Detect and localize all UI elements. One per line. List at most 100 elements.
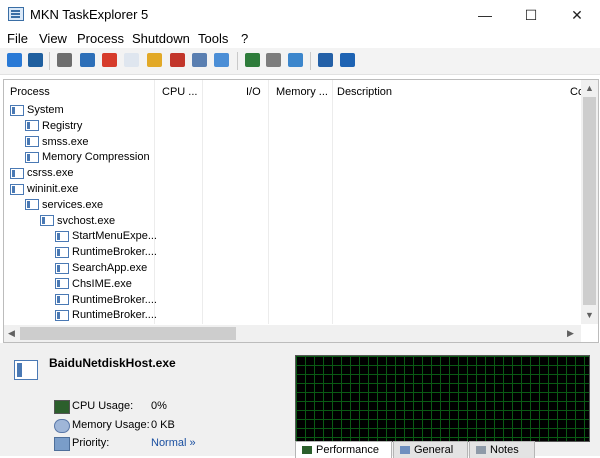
process-name: RuntimeBroker.... xyxy=(72,246,157,259)
column-divider xyxy=(268,80,269,324)
process-tree-icon[interactable] xyxy=(57,53,72,67)
cpu-icon xyxy=(54,400,70,414)
tab-general[interactable]: General xyxy=(393,441,468,458)
process-row[interactable]: RuntimeBroker.... xyxy=(55,244,157,260)
column-divider xyxy=(202,80,203,324)
process-row[interactable]: smss.exe xyxy=(25,134,88,150)
app-icon xyxy=(8,7,24,21)
process-row[interactable]: System xyxy=(10,102,64,118)
process-icon xyxy=(55,278,69,290)
priority-link[interactable]: Normal » xyxy=(151,437,196,449)
scroll-down-icon[interactable]: ▼ xyxy=(585,310,594,320)
process-row[interactable]: Registry xyxy=(25,118,82,134)
process-icon xyxy=(25,120,39,132)
process-row[interactable]: ChsIME.exe xyxy=(55,276,132,292)
title-bar: MKN TaskExplorer 5 — ☐ ✕ xyxy=(0,0,600,30)
column-description[interactable]: Description xyxy=(337,86,392,98)
search-icon[interactable] xyxy=(214,53,229,67)
process-row[interactable]: RuntimeBroker.... xyxy=(55,307,157,323)
monitor-icon[interactable] xyxy=(28,53,43,67)
toolbar xyxy=(0,48,600,75)
properties-icon[interactable] xyxy=(192,53,207,67)
blank-window-icon[interactable] xyxy=(124,53,139,67)
window-list-icon[interactable] xyxy=(80,53,95,67)
delete-icon[interactable] xyxy=(170,53,185,67)
process-name: ChsIME.exe xyxy=(72,277,132,290)
menu-process[interactable]: Process xyxy=(77,31,124,46)
column-memory[interactable]: Memory ... xyxy=(276,86,328,98)
kill-process-icon[interactable] xyxy=(102,53,117,67)
notes-icon xyxy=(476,446,486,455)
tab-label: Notes xyxy=(490,444,519,456)
scroll-up-icon[interactable]: ▲ xyxy=(585,83,594,93)
scroll-left-icon[interactable]: ◀ xyxy=(8,328,15,339)
refresh-icon[interactable] xyxy=(7,53,22,67)
details-panel: BaiduNetdiskHost.exe CPU Usage: 0% Memor… xyxy=(0,343,600,458)
process-icon xyxy=(25,136,39,148)
process-icon xyxy=(10,104,24,116)
process-name: SearchApp.exe xyxy=(72,262,148,274)
process-icon xyxy=(55,262,69,274)
minimize-button[interactable]: — xyxy=(462,0,508,30)
column-process[interactable]: Process xyxy=(10,86,50,98)
scroll-right-icon[interactable]: ▶ xyxy=(567,328,574,339)
process-name: RuntimeBroker.... xyxy=(72,293,157,306)
tab-notes[interactable]: Notes xyxy=(469,441,535,458)
network-icon[interactable] xyxy=(245,53,260,67)
horizontal-scroll-thumb[interactable] xyxy=(20,327,236,340)
menu-bar: File View Process Shutdown Tools ? xyxy=(0,30,600,48)
toolbar-separator xyxy=(310,52,311,70)
cpu-usage-value: 0% xyxy=(151,400,167,412)
process-name: wininit.exe xyxy=(27,183,79,195)
general-icon xyxy=(400,446,410,455)
vertical-scrollbar[interactable]: ▲ ▼ xyxy=(581,80,598,324)
inspect-icon[interactable] xyxy=(266,53,281,67)
vertical-scroll-thumb[interactable] xyxy=(583,97,596,305)
process-name: RuntimeBroker.... xyxy=(72,309,157,322)
checklist-icon[interactable] xyxy=(288,53,303,67)
toolbar-separator xyxy=(237,52,238,70)
process-row[interactable]: csrss.exe xyxy=(10,165,73,181)
cpu-performance-graph xyxy=(295,355,590,442)
process-row[interactable]: SearchApp.exe xyxy=(55,260,147,276)
cpu-usage-label: CPU Usage: xyxy=(72,400,134,412)
column-io[interactable]: I/O xyxy=(246,86,261,98)
selected-process-name: BaiduNetdiskHost.exe xyxy=(49,356,176,370)
process-name: services.exe xyxy=(42,198,104,211)
process-name: StartMenuExpe... xyxy=(72,230,157,243)
process-row[interactable]: StartMenuExpe... xyxy=(55,228,157,244)
tab-label: General xyxy=(414,444,454,456)
process-row[interactable]: services.exe xyxy=(25,197,103,213)
menu-tools[interactable]: Tools xyxy=(198,31,228,46)
tab-performance[interactable]: Performance xyxy=(295,441,392,458)
process-icon xyxy=(10,183,24,195)
process-row[interactable]: RuntimeBroker.... xyxy=(55,292,157,308)
column-cpu[interactable]: CPU ... xyxy=(162,86,197,98)
toolbar-separator xyxy=(49,52,50,70)
process-icon xyxy=(55,309,69,321)
close-button[interactable]: ✕ xyxy=(554,0,600,30)
column-divider xyxy=(154,80,155,324)
process-name: Memory Compression xyxy=(42,151,150,164)
folder-icon[interactable] xyxy=(147,53,162,67)
process-row[interactable]: wininit.exe xyxy=(10,181,78,197)
msn-icon[interactable] xyxy=(318,53,333,67)
process-icon xyxy=(55,294,69,306)
help-icon[interactable] xyxy=(340,53,355,67)
process-name: System xyxy=(27,104,64,116)
process-row[interactable]: Memory Compression xyxy=(25,149,150,165)
process-name: smss.exe xyxy=(42,135,89,148)
menu-help[interactable]: ? xyxy=(241,31,248,46)
menu-shutdown[interactable]: Shutdown xyxy=(132,31,190,46)
maximize-button[interactable]: ☐ xyxy=(508,0,554,30)
process-name: csrss.exe xyxy=(27,167,74,180)
menu-file[interactable]: File xyxy=(7,31,28,46)
process-name: Registry xyxy=(42,119,83,132)
memory-usage-value: 0 KB xyxy=(151,419,175,431)
process-icon xyxy=(55,246,69,258)
process-row[interactable]: svchost.exe xyxy=(40,213,115,229)
process-tree[interactable]: Process CPU ... I/O Memory ... Descripti… xyxy=(3,79,599,343)
priority-icon xyxy=(54,437,70,451)
menu-view[interactable]: View xyxy=(39,31,67,46)
horizontal-scrollbar[interactable]: ◀ ▶ xyxy=(4,325,581,342)
